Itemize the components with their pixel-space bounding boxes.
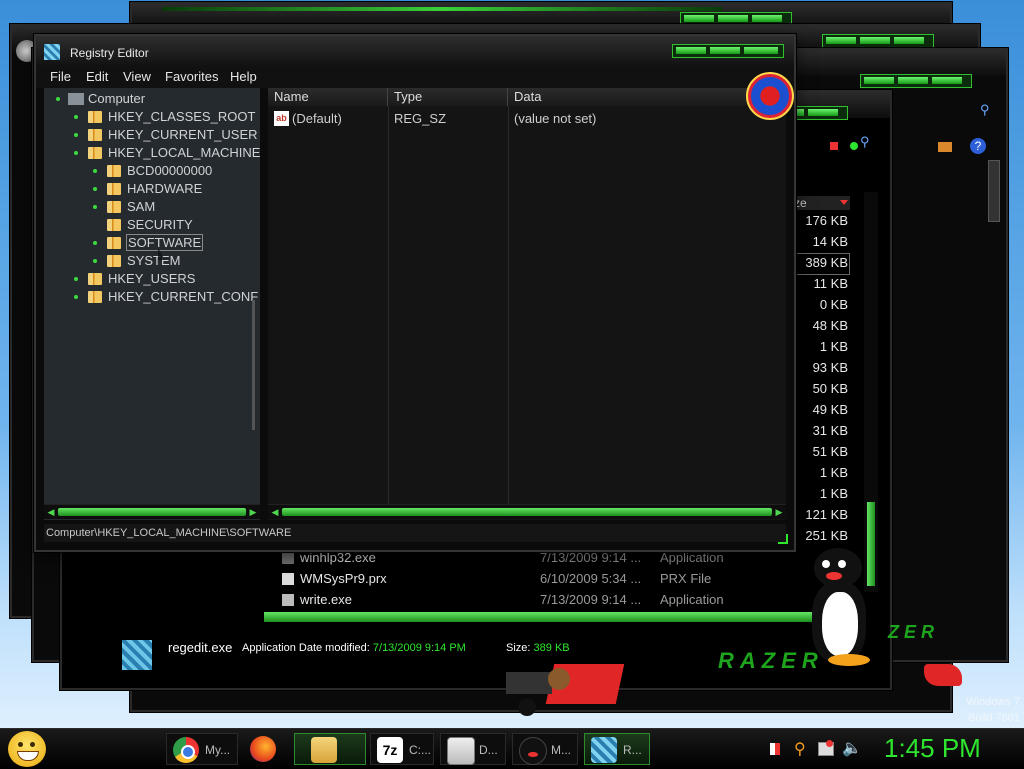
- tree-item-hkey-current-config[interactable]: HKEY_CURRENT_CONF: [74, 288, 258, 306]
- drive-icon[interactable]: [938, 142, 952, 152]
- red-shape-gadget: [924, 664, 962, 686]
- taskbar: My... 7z C:... D... M... R... ⚲ 🔈 1:45 P…: [0, 728, 1024, 769]
- column-header-type[interactable]: Type: [388, 88, 508, 106]
- tree-item-software[interactable]: SOFTWARE: [93, 234, 204, 252]
- search-tray-icon[interactable]: ⚲: [794, 739, 806, 759]
- details-filename: regedit.exe: [168, 640, 233, 655]
- details-kind: Application Date modified: 7/13/2009 9:1…: [242, 642, 466, 654]
- tree-pane: Computer HKEY_CLASSES_ROOT HKEY_CURRENT_…: [44, 88, 260, 520]
- search-icon[interactable]: ⚲: [980, 102, 994, 117]
- tree-item-hardware[interactable]: HARDWARE: [93, 180, 202, 198]
- explorer-vscroll[interactable]: [864, 192, 878, 592]
- taskbar-item-7zip[interactable]: 7z C:...: [370, 733, 434, 765]
- menu-edit[interactable]: Edit: [86, 69, 108, 84]
- taskbar-item-chrome[interactable]: My...: [166, 733, 238, 765]
- red-x-icon[interactable]: [830, 142, 838, 150]
- close-button[interactable]: [744, 47, 778, 54]
- clock[interactable]: 1:45 PM: [884, 733, 981, 764]
- taskbar-item-pingu[interactable]: M...: [512, 733, 578, 765]
- tree-item-hkey-local-machine[interactable]: HKEY_LOCAL_MACHINE: [74, 144, 260, 162]
- list-hscroll[interactable]: ◀ ▶: [268, 504, 786, 519]
- status-path: Computer\HKEY_LOCAL_MACHINE\SOFTWARE: [46, 527, 292, 539]
- network-icon[interactable]: [818, 740, 834, 756]
- menu-favorites[interactable]: Favorites: [165, 69, 218, 84]
- menu-bar: File Edit View Favorites Help: [36, 66, 794, 88]
- table-row[interactable]: ab (Default) REG_SZ (value not set): [268, 110, 786, 128]
- document-icon: [447, 737, 475, 765]
- folder-icon: [88, 111, 102, 123]
- menu-file[interactable]: File: [50, 69, 71, 84]
- mouse-cursor-icon: [158, 248, 165, 260]
- tree-item-security[interactable]: SECURITY: [107, 216, 193, 234]
- taskbar-item-document[interactable]: D...: [440, 733, 506, 765]
- folder-icon: [107, 165, 121, 177]
- menu-help[interactable]: Help: [230, 69, 257, 84]
- 7zip-icon: 7z: [377, 737, 403, 763]
- folder-icon: [88, 273, 102, 285]
- tree-item-sam[interactable]: SAM: [93, 198, 155, 216]
- folder-icon: [107, 237, 121, 249]
- badge-icon: [746, 72, 794, 120]
- tree-item-hkey-classes-root[interactable]: HKEY_CLASSES_ROOT: [74, 108, 255, 126]
- title-bar[interactable]: Registry Editor: [36, 36, 794, 66]
- folder-icon: [88, 129, 102, 141]
- tree-vscroll[interactable]: [252, 300, 255, 430]
- details-size: Size: 389 KB: [506, 642, 570, 654]
- windows-watermark: Windows 7 Build 7601: [966, 696, 1020, 724]
- folder-icon: [107, 201, 121, 213]
- computer-icon: [68, 93, 84, 105]
- folder-icon: [88, 291, 102, 303]
- volume-icon[interactable]: 🔈: [842, 738, 862, 758]
- firefox-icon: [250, 736, 276, 762]
- taskbar-item-regedit[interactable]: R...: [584, 733, 650, 765]
- window-controls[interactable]: [672, 44, 784, 58]
- regedit-icon: [44, 44, 60, 60]
- list-pane: Name Type Data ab (Default) REG_SZ (valu…: [268, 72, 794, 520]
- tree-item-hkey-current-user[interactable]: HKEY_CURRENT_USER: [74, 126, 258, 144]
- tree-item-computer[interactable]: Computer: [56, 90, 145, 108]
- column-header-data[interactable]: Data: [508, 88, 786, 106]
- folder-icon: [107, 183, 121, 195]
- status-bar: Computer\HKEY_LOCAL_MACHINE\SOFTWARE: [44, 524, 786, 542]
- folder-icon: [88, 147, 102, 159]
- folder-icon: [107, 255, 121, 267]
- window-title: Registry Editor: [70, 46, 149, 60]
- tree-item-bcd00000000[interactable]: BCD00000000: [93, 162, 212, 180]
- tree-hscroll[interactable]: ◀ ▶: [44, 504, 260, 519]
- green-dot-icon[interactable]: [850, 142, 858, 150]
- minimize-button[interactable]: [676, 47, 706, 54]
- folder-icon: [311, 737, 337, 763]
- taskbar-item-firefox[interactable]: [244, 733, 288, 765]
- regedit-icon: [591, 737, 617, 763]
- regedit-file-icon: [122, 640, 152, 670]
- tree-item-hkey-users[interactable]: HKEY_USERS: [74, 270, 195, 288]
- explorer-hscroll[interactable]: [264, 612, 864, 622]
- toy-car-gadget: [500, 658, 630, 720]
- string-value-icon: ab: [274, 111, 289, 126]
- razer-logo-2: ZER: [888, 622, 939, 642]
- column-header-name[interactable]: Name: [268, 88, 388, 106]
- tree-item-system[interactable]: SYSTEM: [93, 252, 180, 270]
- pingu-gadget: [808, 548, 872, 668]
- start-button[interactable]: [8, 731, 46, 767]
- maximize-button[interactable]: [710, 47, 740, 54]
- pingu-icon: [519, 737, 547, 765]
- resize-grip[interactable]: [778, 534, 788, 544]
- search-icon[interactable]: ⚲: [860, 134, 870, 150]
- help-icon[interactable]: ?: [970, 138, 986, 154]
- action-center-icon[interactable]: [770, 743, 780, 755]
- size-highlight: [796, 253, 850, 275]
- taskbar-item-explorer[interactable]: [294, 733, 366, 765]
- registry-editor-window: Registry Editor File Edit View Favorites…: [34, 34, 796, 552]
- chrome-icon: [173, 737, 199, 763]
- folder-icon: [107, 219, 121, 231]
- menu-view[interactable]: View: [123, 69, 151, 84]
